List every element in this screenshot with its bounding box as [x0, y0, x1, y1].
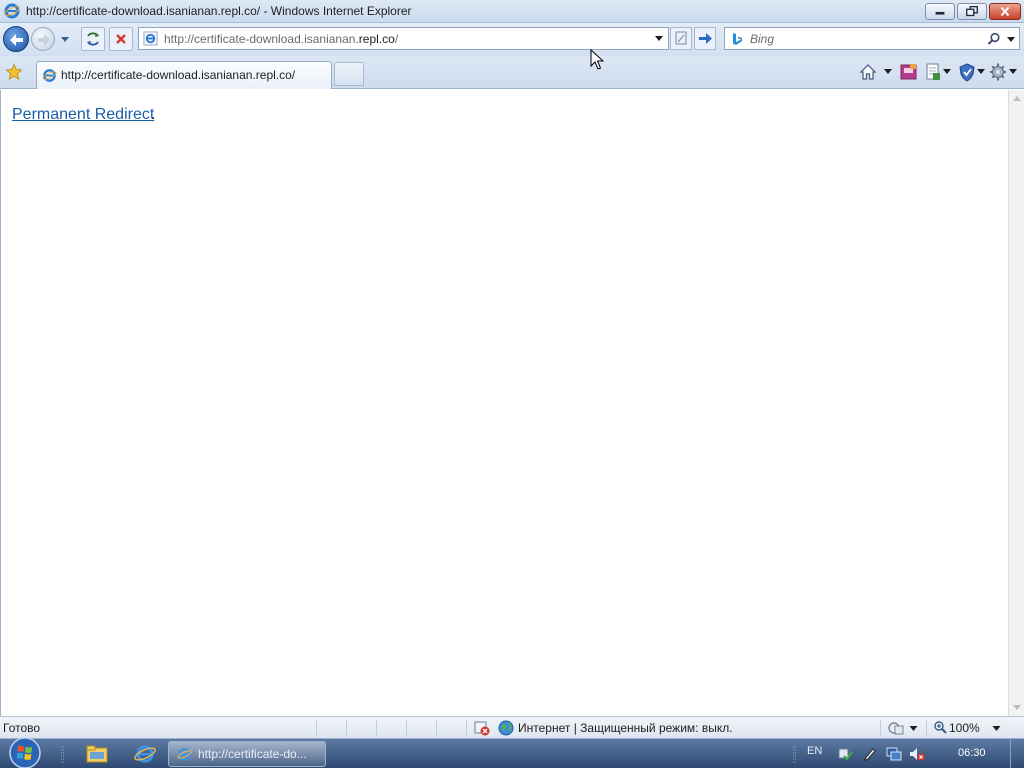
permanent-redirect-link[interactable]: Permanent Redirect	[12, 106, 154, 124]
zoom-icon[interactable]	[933, 720, 947, 734]
restore-icon	[966, 5, 978, 17]
status-separator	[436, 720, 437, 736]
status-separator	[880, 720, 881, 736]
tab-command-bar: http://certificate-download.isanianan.re…	[0, 56, 1024, 89]
compatibility-view-icon	[675, 31, 687, 45]
internet-zone-globe-icon[interactable]	[498, 720, 514, 736]
compatibility-view-button[interactable]	[670, 27, 692, 50]
ie-window: http://certificate-download.isanianan.re…	[0, 0, 1024, 768]
tools-dropdown-icon[interactable]	[1008, 68, 1018, 76]
pen-tray-icon[interactable]	[862, 746, 878, 762]
windows-explorer-icon[interactable]	[84, 742, 110, 766]
page-ie-icon	[143, 31, 158, 46]
tab-title: http://certificate-download.isanianan.re…	[61, 68, 296, 82]
taskbar-window-button[interactable]: http://certificate-do...	[168, 741, 326, 767]
protected-mode-dropdown-icon[interactable]	[909, 725, 918, 732]
search-dropdown-icon[interactable]	[1006, 34, 1016, 44]
minimize-button[interactable]	[925, 3, 955, 20]
language-indicator[interactable]: EN	[807, 745, 822, 757]
forward-arrow-icon	[38, 34, 50, 46]
restore-button[interactable]	[957, 3, 987, 20]
url-prefix: http://certificate-download.isanianan.	[164, 32, 359, 46]
address-url[interactable]: http://certificate-download.isanianan.re…	[164, 32, 398, 46]
url-suffix: /	[394, 32, 399, 46]
tab-current-page[interactable]: http://certificate-download.isanianan.re…	[36, 61, 332, 89]
refresh-icon	[87, 32, 99, 46]
taskbar-window-ie-icon	[177, 748, 192, 761]
status-bar: Готово Интернет | Защищенный режим: выкл…	[0, 716, 1024, 738]
security-zone-text[interactable]: Интернет | Защищенный режим: выкл.	[518, 721, 733, 735]
home-icon[interactable]	[858, 62, 878, 82]
print-icon[interactable]	[925, 62, 941, 82]
search-box[interactable]: Bing	[724, 27, 1020, 50]
status-separator	[376, 720, 377, 736]
bing-icon	[733, 33, 742, 45]
refresh-button[interactable]	[81, 27, 105, 51]
popup-blocked-icon[interactable]	[474, 720, 490, 736]
url-domain: repl.co	[358, 32, 395, 46]
status-separator	[346, 720, 347, 736]
forward-button[interactable]	[31, 27, 55, 51]
ie-icon	[4, 3, 20, 19]
safety-icon[interactable]	[958, 62, 976, 82]
back-button[interactable]	[3, 26, 29, 52]
clock[interactable]: 06:30	[958, 747, 986, 759]
taskbar-window-label: http://certificate-do...	[198, 747, 307, 761]
page-dropdown-icon[interactable]	[942, 68, 952, 76]
taskbar: http://certificate-do... EN 06:30	[0, 736, 1024, 768]
home-dropdown-icon[interactable]	[883, 68, 893, 76]
status-separator	[466, 720, 467, 736]
protected-mode-icon[interactable]	[887, 720, 905, 736]
minimize-icon	[935, 11, 945, 15]
vertical-scrollbar[interactable]	[1008, 90, 1024, 716]
go-button[interactable]	[694, 27, 716, 50]
status-separator	[926, 720, 927, 736]
network-icon[interactable]	[886, 746, 902, 762]
back-arrow-icon	[10, 34, 23, 46]
taskbar-ie-icon[interactable]	[132, 742, 158, 766]
safety-dropdown-icon[interactable]	[976, 68, 986, 76]
tools-gear-icon[interactable]	[989, 62, 1007, 82]
search-placeholder: Bing	[750, 32, 775, 46]
address-dropdown-icon[interactable]	[654, 33, 664, 43]
tray-grip-icon	[793, 746, 797, 763]
volume-muted-icon[interactable]	[909, 746, 925, 762]
stop-button[interactable]	[109, 27, 133, 51]
go-arrow-icon	[699, 33, 712, 44]
search-icon[interactable]	[987, 32, 1001, 46]
action-center-flag-icon[interactable]	[837, 746, 853, 762]
new-tab-button[interactable]	[334, 62, 364, 86]
taskbar-grip-icon	[61, 746, 65, 763]
stop-icon	[116, 34, 126, 44]
close-icon	[1000, 6, 1010, 17]
zoom-level[interactable]: 100%	[949, 721, 980, 735]
scroll-up-icon[interactable]	[1012, 94, 1022, 102]
start-button-windows-icon[interactable]	[6, 736, 44, 768]
scroll-down-icon[interactable]	[1012, 704, 1022, 712]
show-desktop-button[interactable]	[1010, 739, 1024, 768]
page-content: Permanent Redirect .	[0, 90, 1008, 716]
title-bar: http://certificate-download.isanianan.re…	[0, 0, 1024, 23]
trailing-period: .	[151, 106, 156, 123]
navigation-bar: http://certificate-download.isanianan.re…	[0, 23, 1024, 56]
favorites-star-icon[interactable]	[5, 63, 23, 81]
status-text: Готово	[3, 721, 41, 735]
status-separator	[406, 720, 407, 736]
feeds-icon[interactable]	[900, 62, 918, 82]
zoom-dropdown-icon[interactable]	[992, 725, 1001, 732]
recent-pages-dropdown-icon[interactable]	[58, 33, 72, 45]
window-title: http://certificate-download.isanianan.re…	[26, 4, 412, 18]
address-bar[interactable]: http://certificate-download.isanianan.re…	[138, 27, 669, 50]
status-separator	[316, 720, 317, 736]
mouse-cursor-icon	[590, 49, 604, 70]
tab-ie-icon	[42, 69, 57, 82]
close-button[interactable]	[989, 3, 1021, 20]
